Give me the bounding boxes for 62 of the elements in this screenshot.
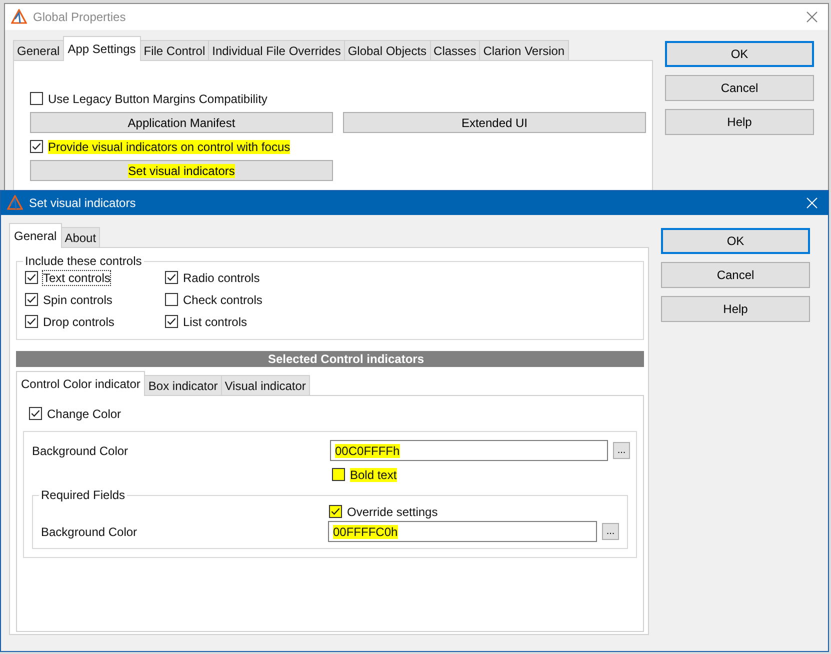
window-title: Global Properties	[33, 10, 126, 24]
tab[interactable]: App Settings	[62, 36, 141, 61]
dialog-button[interactable]: Cancel	[661, 262, 810, 288]
logo-icon	[7, 195, 23, 211]
field-label: Background Color	[41, 524, 138, 538]
tab[interactable]: Control Color indicator	[16, 371, 146, 396]
input-field[interactable]: 00FFFFC0h	[328, 521, 597, 542]
logo-icon	[11, 9, 27, 25]
tab[interactable]: Clarion Version	[479, 40, 569, 60]
dialog-button[interactable]: Help	[661, 296, 810, 322]
field-label: Background Color	[32, 444, 130, 458]
checkbox-label: Use Legacy Button Margins Compatibility	[48, 92, 268, 106]
dialog-button[interactable]: OK	[661, 228, 810, 254]
push-button[interactable]: Extended UI	[343, 112, 646, 133]
tab[interactable]: Global Objects	[344, 40, 431, 60]
checkbox[interactable]	[332, 468, 345, 481]
checkbox-label: Text controls	[43, 270, 110, 284]
checkbox-label: Change Color	[47, 406, 122, 420]
dialog-title: Set visual indicators	[29, 196, 136, 210]
checkbox[interactable]	[165, 315, 178, 328]
checkbox-label: Bold text	[350, 468, 397, 482]
checkbox[interactable]	[329, 505, 342, 518]
tab[interactable]: File Control	[140, 40, 210, 60]
checkbox[interactable]	[30, 92, 43, 105]
dialog-button[interactable]: Help	[665, 109, 814, 135]
checkbox[interactable]	[165, 271, 178, 284]
checkbox[interactable]	[25, 271, 38, 284]
button-label: Set visual indicators	[128, 164, 235, 178]
dialog-button[interactable]: OK	[665, 41, 814, 67]
checkbox-label: Spin controls	[43, 292, 112, 306]
checkbox-label: Override settings	[347, 504, 438, 518]
group-title: Required Fields	[40, 488, 126, 502]
field-value: 00FFFFC0h	[333, 524, 398, 538]
tab[interactable]: About	[60, 227, 100, 247]
browse-button[interactable]: ...	[602, 523, 619, 540]
push-button[interactable]: Set visual indicators	[30, 160, 333, 181]
checkbox[interactable]	[25, 293, 38, 306]
checkbox[interactable]	[25, 315, 38, 328]
checkbox-label: Check controls	[183, 292, 262, 306]
tab[interactable]: General	[9, 223, 62, 248]
button-label: Extended UI	[461, 116, 528, 130]
checkbox[interactable]	[29, 407, 42, 420]
checkbox-label: Radio controls	[183, 270, 260, 284]
input-field[interactable]: 00C0FFFFh	[330, 440, 608, 461]
browse-button[interactable]: ...	[613, 442, 630, 459]
dialog-button[interactable]: Cancel	[665, 75, 814, 101]
field-value: 00C0FFFFh	[335, 444, 400, 458]
button-label: Application Manifest	[128, 116, 236, 130]
checkbox[interactable]	[30, 140, 43, 153]
tab[interactable]: Visual indicator	[220, 375, 310, 395]
group-title: Include these controls	[24, 254, 143, 268]
tab[interactable]: Box indicator	[144, 375, 222, 395]
checkbox-label: Provide visual indicators on control with focus	[48, 140, 290, 154]
checkbox[interactable]	[165, 293, 178, 306]
tab[interactable]: Individual File Overrides	[208, 40, 345, 60]
tab[interactable]: Classes	[430, 40, 480, 60]
checkbox-label: Drop controls	[43, 314, 114, 328]
close-icon[interactable]	[806, 11, 818, 23]
section-header: Selected Control indicators	[16, 351, 644, 367]
push-button[interactable]: Application Manifest	[30, 112, 333, 133]
tab[interactable]: General	[13, 40, 64, 60]
checkbox-label: List controls	[183, 314, 248, 328]
